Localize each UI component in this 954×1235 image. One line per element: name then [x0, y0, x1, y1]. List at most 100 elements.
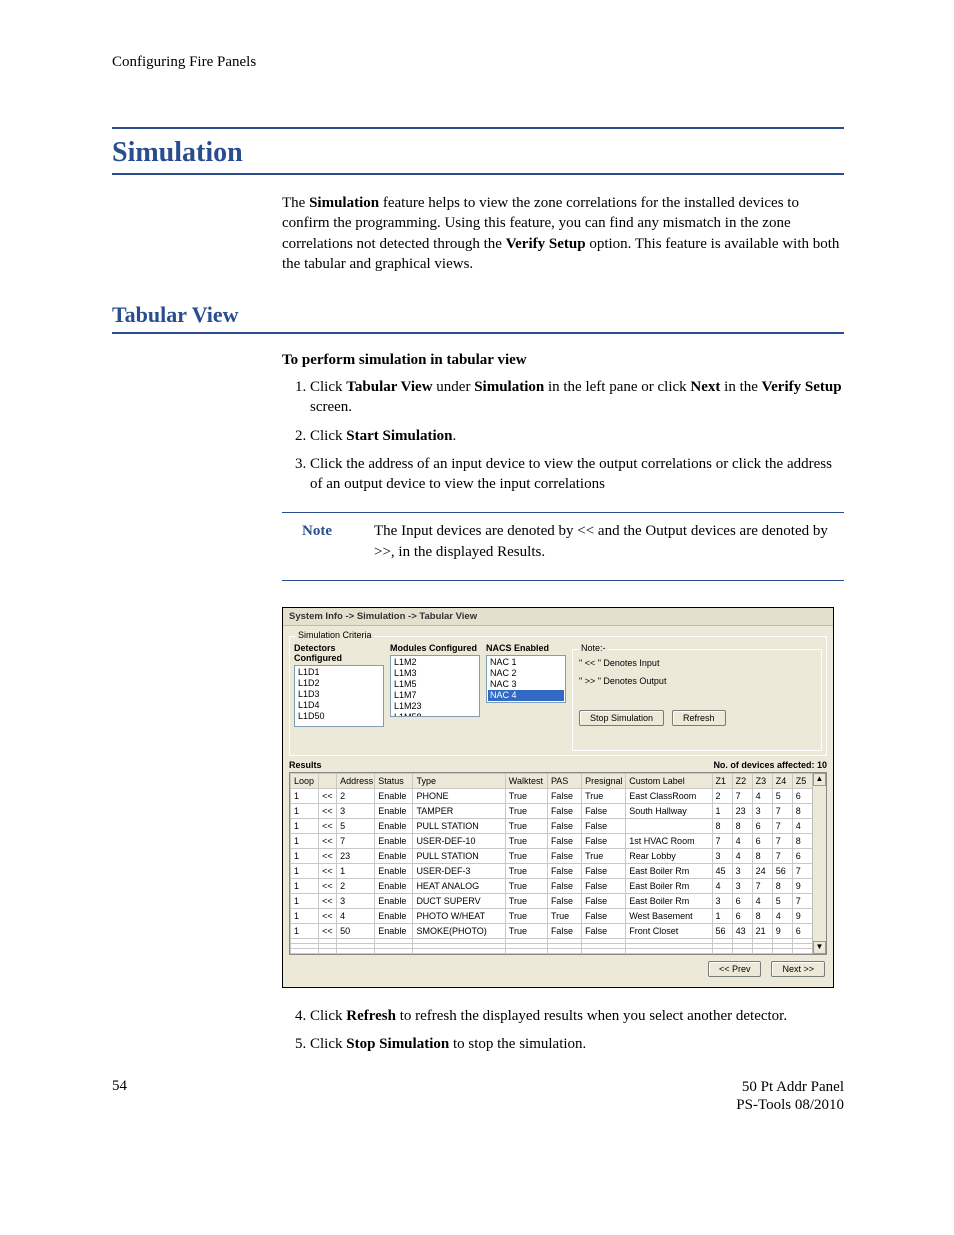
table-row[interactable]: 1<<2EnableHEAT ANALOGTrueFalseFalseEast …: [291, 878, 813, 893]
cell: <<: [319, 863, 337, 878]
column-header[interactable]: Address: [337, 773, 375, 788]
list-item[interactable]: NAC 2: [488, 668, 564, 679]
cell: True: [505, 803, 547, 818]
scroll-up-icon[interactable]: ▲: [813, 773, 826, 786]
table-row[interactable]: 1<<23EnablePULL STATIONTrueFalseTrueRear…: [291, 848, 813, 863]
table-row[interactable]: 1<<3EnableTAMPERTrueFalseFalseSouth Hall…: [291, 803, 813, 818]
table-row[interactable]: 1<<50EnableSMOKE(PHOTO)TrueFalseFalseFro…: [291, 923, 813, 938]
table-row[interactable]: 1<<7EnableUSER-DEF-10TrueFalseFalse1st H…: [291, 833, 813, 848]
cell: False: [582, 893, 626, 908]
cell: True: [505, 788, 547, 803]
cell: 1st HVAC Room: [626, 833, 712, 848]
table-row[interactable]: 1<<3EnableDUCT SUPERVTrueFalseFalseEast …: [291, 893, 813, 908]
cell: Enable: [375, 818, 413, 833]
table-row[interactable]: 1<<4EnablePHOTO W/HEATTrueTrueFalseWest …: [291, 908, 813, 923]
text: Click: [310, 1008, 346, 1024]
prev-button[interactable]: << Prev: [708, 961, 762, 977]
scroll-down-icon[interactable]: ▼: [813, 941, 826, 954]
column-header[interactable]: PAS: [547, 773, 581, 788]
column-header[interactable]: Z3: [752, 773, 772, 788]
stop-simulation-button[interactable]: Stop Simulation: [579, 710, 664, 726]
table-row[interactable]: 1<<2EnablePHONETrueFalseTrueEast ClassRo…: [291, 788, 813, 803]
cell: 1: [291, 833, 319, 848]
nacs-list[interactable]: NAC 1NAC 2NAC 3NAC 4: [486, 655, 566, 703]
column-header[interactable]: [319, 773, 337, 788]
table-row[interactable]: 1<<1EnableUSER-DEF-3TrueFalseFalseEast B…: [291, 863, 813, 878]
cell: False: [582, 803, 626, 818]
detectors-list[interactable]: L1D1L1D2L1D3L1D4L1D50: [294, 665, 384, 727]
cell: 4: [732, 833, 752, 848]
cell: [752, 948, 772, 953]
column-header[interactable]: Z4: [772, 773, 792, 788]
cell: False: [582, 923, 626, 938]
text: Click: [310, 1036, 346, 1052]
cell: [712, 948, 732, 953]
step-1: Click Tabular View under Simulation in t…: [310, 377, 844, 418]
column-header[interactable]: Status: [375, 773, 413, 788]
cell: True: [505, 908, 547, 923]
cell: True: [505, 818, 547, 833]
column-header[interactable]: Presignal: [582, 773, 626, 788]
modules-list[interactable]: L1M2L1M3L1M5L1M7L1M23L1M58: [390, 655, 480, 717]
bold: Simulation: [474, 379, 544, 395]
text: to stop the simulation.: [449, 1036, 586, 1052]
cell: [626, 818, 712, 833]
refresh-button[interactable]: Refresh: [672, 710, 726, 726]
cell: 4: [337, 908, 375, 923]
cell: False: [547, 833, 581, 848]
cell: [505, 948, 547, 953]
bold: Next: [690, 379, 720, 395]
column-header[interactable]: Z5: [792, 773, 812, 788]
cell: False: [547, 863, 581, 878]
cell: 23: [732, 803, 752, 818]
cell: [792, 948, 812, 953]
list-item[interactable]: L1D1: [296, 667, 382, 678]
scrollbar[interactable]: ▲ ▼: [812, 773, 826, 954]
table-row[interactable]: [291, 948, 813, 953]
column-header[interactable]: Z1: [712, 773, 732, 788]
cell: 1: [291, 863, 319, 878]
cell: True: [505, 893, 547, 908]
cell: 8: [772, 878, 792, 893]
cell: 5: [772, 893, 792, 908]
next-button[interactable]: Next >>: [771, 961, 825, 977]
list-item[interactable]: L1M23: [392, 701, 478, 712]
table-row[interactable]: 1<<5EnablePULL STATIONTrueFalseFalse8867…: [291, 818, 813, 833]
list-item[interactable]: L1M5: [392, 679, 478, 690]
cell: False: [547, 788, 581, 803]
list-item[interactable]: L1M2: [392, 657, 478, 668]
column-header[interactable]: Type: [413, 773, 505, 788]
list-item[interactable]: L1M7: [392, 690, 478, 701]
cell: Enable: [375, 788, 413, 803]
cell: 7: [772, 803, 792, 818]
cell: 7: [792, 893, 812, 908]
list-item[interactable]: L1M3: [392, 668, 478, 679]
cell: Front Closet: [626, 923, 712, 938]
cell: 3: [712, 848, 732, 863]
column-header[interactable]: Z2: [732, 773, 752, 788]
list-item[interactable]: L1M58: [392, 712, 478, 717]
list-item[interactable]: NAC 3: [488, 679, 564, 690]
cell: <<: [319, 788, 337, 803]
list-item[interactable]: NAC 1: [488, 657, 564, 668]
cell: 2: [337, 878, 375, 893]
text: under: [433, 379, 475, 395]
rule: [112, 173, 844, 175]
cell: True: [582, 848, 626, 863]
column-header[interactable]: Loop: [291, 773, 319, 788]
modules-header: Modules Configured: [390, 643, 480, 653]
bold: Verify Setup: [762, 379, 842, 395]
list-item[interactable]: L1D50: [296, 711, 382, 722]
list-item[interactable]: L1D3: [296, 689, 382, 700]
column-header[interactable]: Custom Label: [626, 773, 712, 788]
results-table[interactable]: Loop AddressStatusTypeWalktestPASPresigna…: [290, 773, 813, 954]
list-item[interactable]: L1D2: [296, 678, 382, 689]
list-item[interactable]: NAC 4: [488, 690, 564, 701]
bold: Stop Simulation: [346, 1036, 449, 1052]
column-header[interactable]: Walktest: [505, 773, 547, 788]
cell: Enable: [375, 923, 413, 938]
cell: 4: [752, 788, 772, 803]
list-item[interactable]: L1D4: [296, 700, 382, 711]
cell: <<: [319, 803, 337, 818]
screenshot-tabular-view: System Info -> Simulation -> Tabular Vie…: [282, 607, 834, 988]
